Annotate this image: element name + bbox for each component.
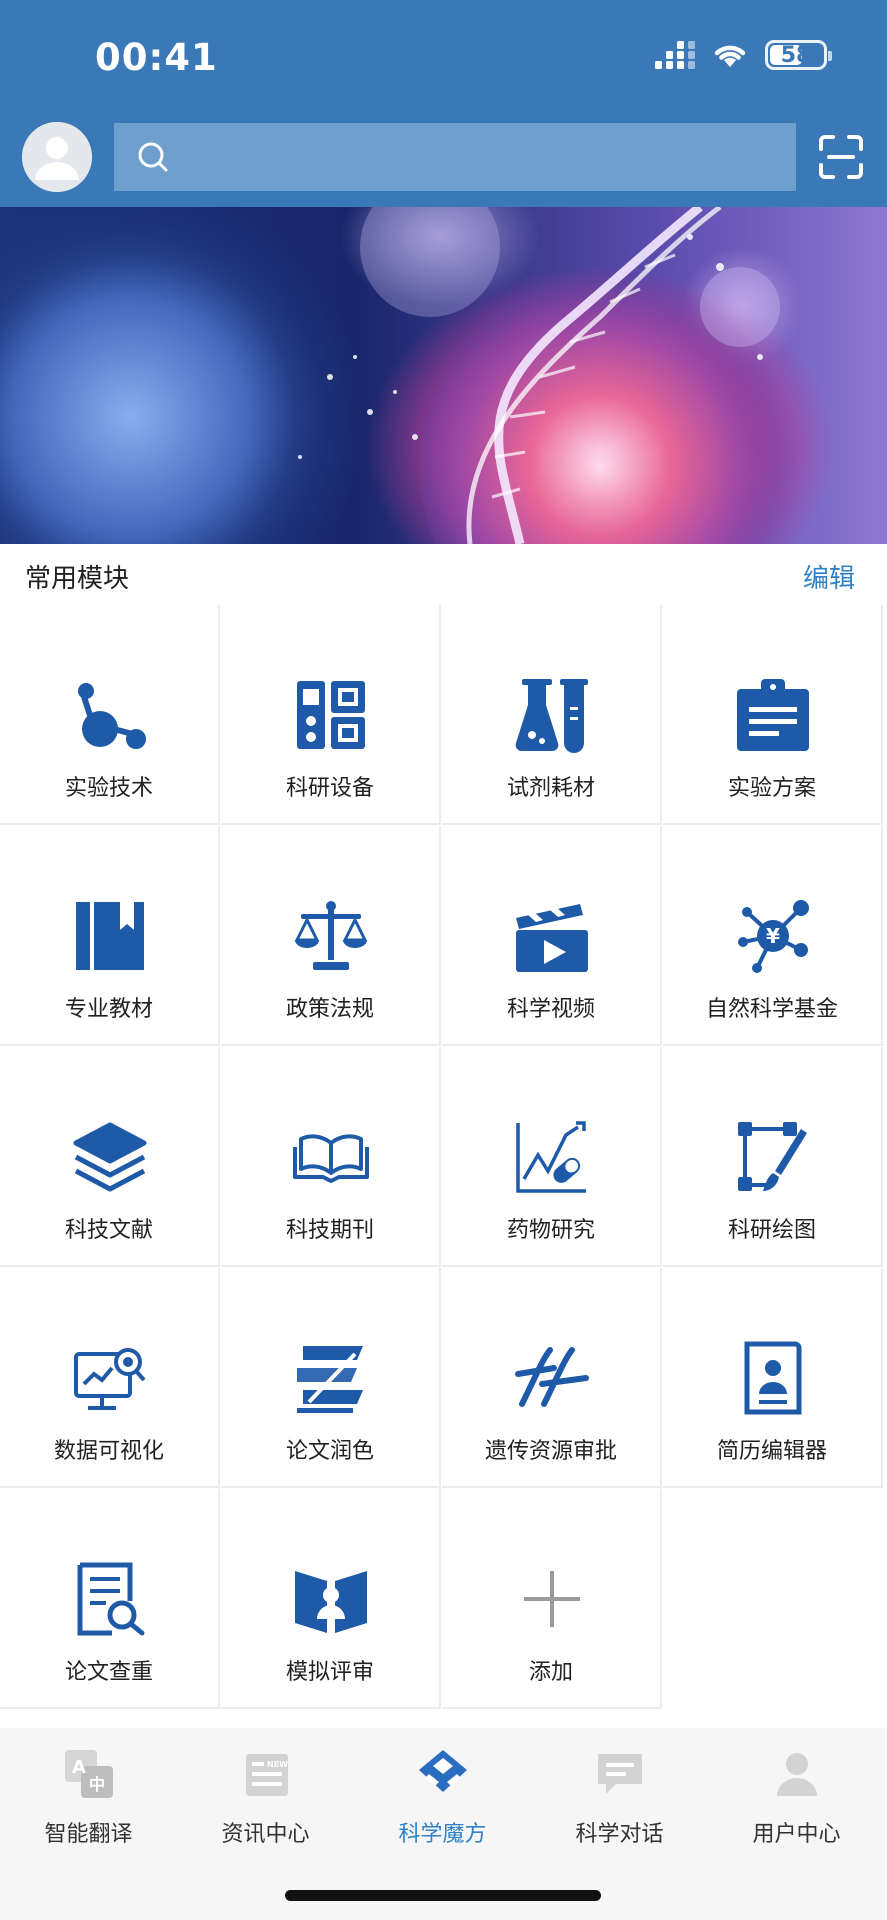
section-title: 常用模块	[25, 564, 130, 594]
svg-text:¥: ¥	[766, 924, 780, 948]
wifi-icon	[714, 45, 746, 67]
module-label: 专业教材	[64, 997, 153, 1022]
module-label: 政策法规	[285, 997, 374, 1022]
module-label: 试剂耗材	[506, 776, 595, 801]
draw-icon	[738, 1122, 807, 1191]
avatar[interactable]	[22, 122, 92, 192]
news-icon: NEW	[245, 1754, 288, 1796]
review-icon	[295, 1571, 367, 1633]
module-label: 数据可视化	[53, 1439, 164, 1464]
translate-icon: A 中	[64, 1750, 113, 1798]
nav-label: 科学魔方	[398, 1822, 487, 1847]
svg-text:NEW: NEW	[267, 1760, 288, 1769]
nav-label: 资讯中心	[221, 1822, 310, 1847]
module-plagiarism-check[interactable]: 论文查重	[0, 1489, 220, 1709]
module-label: 实验方案	[727, 776, 816, 801]
svg-text:A: A	[72, 1757, 86, 1778]
top-header: 00:41 58	[0, 0, 887, 207]
module-textbooks[interactable]: 专业教材	[0, 826, 220, 1046]
battery-indicator: 58	[765, 40, 832, 70]
pill-chart-icon	[516, 1121, 586, 1193]
edit-button[interactable]: 编辑	[803, 558, 855, 595]
yuan-network-icon: ¥	[738, 900, 809, 973]
flask-icon	[515, 679, 588, 753]
nav-science-chat[interactable]: 科学对话	[531, 1746, 708, 1848]
module-resume-editor[interactable]: 简历编辑器	[663, 1268, 883, 1488]
home-indicator[interactable]	[285, 1890, 601, 1901]
module-label: 简历编辑器	[716, 1439, 827, 1464]
nav-news[interactable]: NEW 资讯中心	[177, 1746, 354, 1848]
module-experiment-plan[interactable]: 实验方案	[663, 605, 883, 825]
clipboard-icon	[737, 679, 809, 751]
search-input[interactable]	[184, 123, 784, 191]
module-label: 自然科学基金	[705, 997, 838, 1022]
module-label: 添加	[528, 1660, 573, 1685]
nav-label: 用户中心	[752, 1822, 841, 1847]
dna-icon	[515, 1347, 589, 1407]
svg-text:中: 中	[89, 1775, 105, 1794]
module-label: 科研设备	[285, 776, 374, 801]
module-label: 科技期刊	[285, 1218, 374, 1243]
nav-user-center[interactable]: 用户中心	[708, 1746, 885, 1848]
module-genetic-approval[interactable]: 遗传资源审批	[442, 1268, 662, 1488]
module-paper-polish[interactable]: 论文润色	[221, 1268, 441, 1488]
module-label: 科技文献	[64, 1218, 153, 1243]
dna-banner-illustration	[0, 207, 820, 544]
module-label: 论文润色	[285, 1439, 374, 1464]
module-literature[interactable]: 科技文献	[0, 1047, 220, 1267]
layers-icon	[73, 1122, 147, 1192]
module-label: 科研绘图	[727, 1218, 816, 1243]
module-experiment-tech[interactable]: 实验技术	[0, 605, 220, 825]
nav-science-cube[interactable]: 科学魔方	[354, 1746, 531, 1848]
nav-translate[interactable]: A 中 智能翻译	[0, 1746, 177, 1848]
module-nsf-fund[interactable]: ¥ 自然科学基金	[663, 826, 883, 1046]
plus-icon	[524, 1571, 580, 1627]
module-label: 论文查重	[64, 1660, 153, 1685]
cube-icon	[418, 1750, 467, 1792]
module-science-video[interactable]: 科学视频	[442, 826, 662, 1046]
module-label: 遗传资源审批	[484, 1439, 617, 1464]
search-icon	[138, 142, 168, 172]
data-visual-icon	[74, 1348, 146, 1410]
module-data-visualization[interactable]: 数据可视化	[0, 1268, 220, 1488]
equipment-icon	[297, 681, 365, 749]
chat-icon	[597, 1754, 642, 1794]
module-add[interactable]: 添加	[442, 1489, 662, 1709]
module-label: 药物研究	[506, 1218, 595, 1243]
scale-icon	[294, 901, 368, 970]
module-journals[interactable]: 科技期刊	[221, 1047, 441, 1267]
open-book-icon	[293, 1134, 369, 1183]
banner-image[interactable]	[0, 207, 887, 544]
module-label: 模拟评审	[285, 1660, 374, 1685]
module-policies[interactable]: 政策法规	[221, 826, 441, 1046]
module-mock-review[interactable]: 模拟评审	[221, 1489, 441, 1709]
module-drug-research[interactable]: 药物研究	[442, 1047, 662, 1267]
nav-label: 科学对话	[575, 1822, 664, 1847]
molecule-icon	[78, 683, 146, 749]
battery-level: 58	[780, 42, 812, 68]
user-avatar-icon	[22, 122, 92, 192]
clapperboard-icon	[516, 904, 588, 972]
module-research-drawing[interactable]: 科研绘图	[663, 1047, 883, 1267]
polish-icon	[297, 1346, 363, 1413]
status-time: 00:41	[95, 36, 218, 79]
module-label: 科学视频	[506, 997, 595, 1022]
module-reagents[interactable]: 试剂耗材	[442, 605, 662, 825]
resume-icon	[744, 1341, 802, 1415]
status-icons: 58	[655, 40, 832, 70]
cellular-signal-icon	[655, 41, 695, 69]
module-research-equipment[interactable]: 科研设备	[221, 605, 441, 825]
search-bar[interactable]	[114, 123, 796, 191]
nav-label: 智能翻译	[44, 1822, 133, 1847]
scan-icon[interactable]	[817, 133, 865, 181]
doc-search-icon	[77, 1562, 145, 1636]
module-label: 实验技术	[64, 776, 153, 801]
book-icon	[76, 902, 144, 970]
user-icon	[776, 1753, 817, 1796]
